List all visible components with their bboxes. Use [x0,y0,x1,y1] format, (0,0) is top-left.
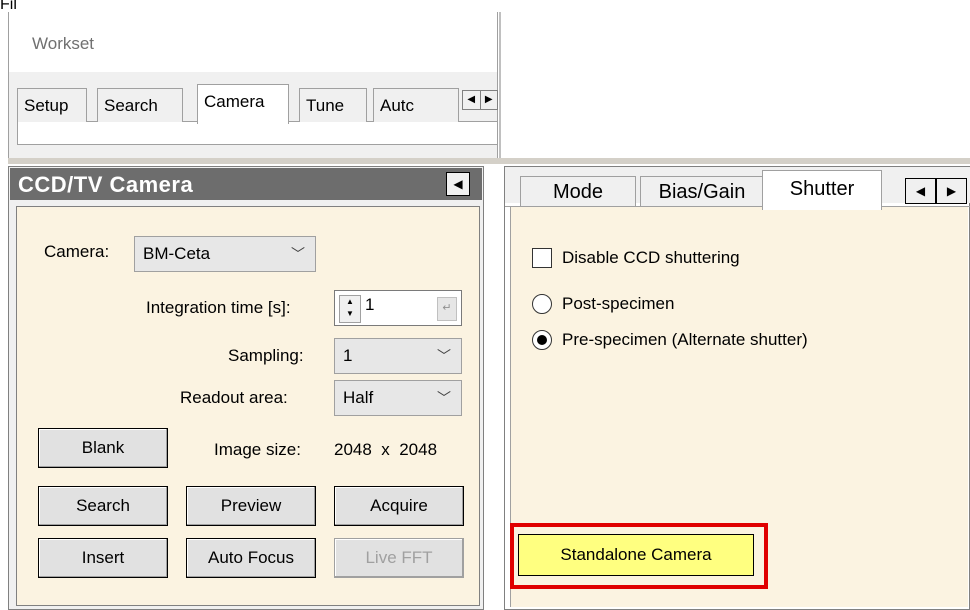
tab-bias-gain[interactable]: Bias/Gain [640,176,764,206]
workset-title: Workset [32,34,95,53]
tab-search[interactable]: Search [97,88,183,122]
scroll-right-icon[interactable]: ▶ [481,91,498,109]
tab-tune[interactable]: Tune [299,88,367,122]
tab-setup[interactable]: Setup [17,88,87,122]
vertical-splitter[interactable] [499,12,501,162]
integration-time-stepper[interactable]: ▲ ▼ 1 ↵ [334,290,462,326]
image-size-label: Image size: [214,440,301,459]
readout-area-select-value: Half [343,388,374,407]
radio-selected-dot [537,335,547,345]
tab-auto[interactable]: Autc [373,88,459,122]
chevron-down-icon: ﹀ [437,390,451,406]
blank-button[interactable]: Blank [38,428,168,468]
disable-shuttering-checkbox[interactable] [532,248,552,268]
post-specimen-label: Post-specimen [562,294,675,313]
live-fft-button[interactable]: Live FFT [334,538,464,578]
camera-label: Camera: [44,242,110,261]
scroll-left-icon[interactable]: ◀ [463,91,481,109]
acquire-button[interactable]: Acquire [334,486,464,526]
collapse-left-icon[interactable]: ◀ [446,172,470,196]
tab-shutter[interactable]: Shutter [762,170,882,210]
sampling-select-value: 1 [343,346,353,365]
disable-shuttering-label: Disable CCD shuttering [562,248,740,267]
auto-focus-button[interactable]: Auto Focus [186,538,316,578]
enter-icon[interactable]: ↵ [437,297,457,321]
preview-button[interactable]: Preview [186,486,316,526]
readout-area-select[interactable]: Half ﹀ [334,380,462,416]
spin-arrows-icon[interactable]: ▲ ▼ [339,295,361,323]
panel-title: CCD/TV Camera [18,172,194,197]
tab-mode[interactable]: Mode [520,176,636,206]
sampling-label: Sampling: [228,346,304,365]
chevron-down-icon: ﹀ [291,246,305,262]
workset-tabs: Setup Search Camera Tune Autc [17,84,459,126]
horizontal-splitter[interactable] [8,158,970,164]
post-specimen-radio[interactable] [532,294,552,314]
sampling-select[interactable]: 1 ﹀ [334,338,462,374]
scroll-right-icon[interactable]: ▶ [936,178,967,204]
pre-specimen-radio[interactable] [532,330,552,350]
scroll-left-icon[interactable]: ◀ [905,178,936,204]
camera-select-value: BM-Ceta [143,244,211,263]
insert-button[interactable]: Insert [38,538,168,578]
workset-tab-scroll: ◀ ▶ [462,90,498,110]
search-button[interactable]: Search [38,486,168,526]
workset-tab-content [17,122,498,145]
tab-camera[interactable]: Camera [197,84,289,124]
standalone-camera-button[interactable]: Standalone Camera [518,534,754,576]
chevron-down-icon: ﹀ [437,348,451,364]
integration-time-label: Integration time [s]: [146,298,291,317]
shutter-tab-scroll: ◀ ▶ [905,178,967,204]
readout-area-label: Readout area: [180,388,288,407]
camera-select[interactable]: BM-Ceta ﹀ [134,236,316,272]
integration-time-value: 1 [365,295,375,314]
image-size-value: 2048 x 2048 [334,440,438,459]
pre-specimen-label: Pre-specimen (Alternate shutter) [562,330,808,349]
